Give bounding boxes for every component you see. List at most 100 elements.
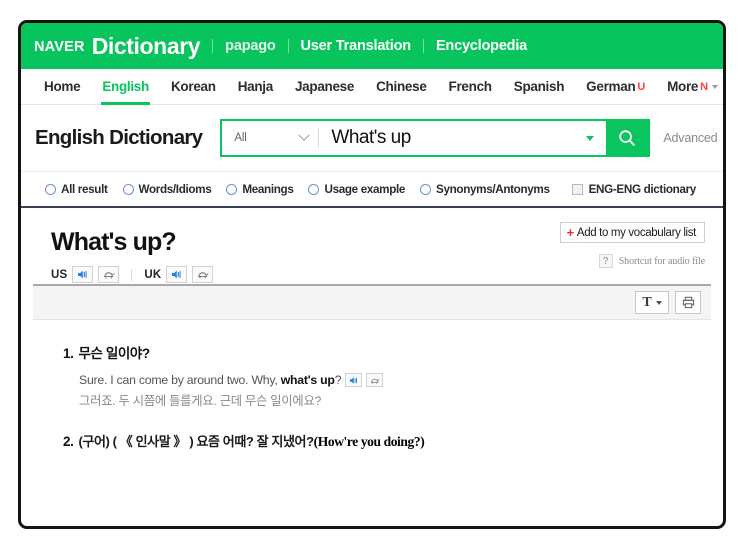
chevron-down-icon bbox=[298, 129, 311, 141]
speaker-icon bbox=[349, 376, 357, 384]
nav-item-japanese[interactable]: Japanese bbox=[284, 69, 365, 104]
text-size-button[interactable]: T bbox=[635, 291, 669, 314]
masthead-divider-1 bbox=[212, 39, 214, 53]
nav-label: More bbox=[667, 79, 699, 94]
masthead-divider-2 bbox=[287, 39, 289, 53]
play-audio-uk-button[interactable] bbox=[166, 266, 188, 283]
add-to-vocabulary-button[interactable]: + Add to my vocabulary list bbox=[559, 222, 705, 243]
turtle-slow-icon bbox=[197, 272, 209, 279]
nav-label: Japanese bbox=[294, 79, 355, 94]
definition-number: 1. bbox=[63, 346, 74, 361]
pronunciation-label-us: US bbox=[51, 268, 68, 281]
nav-item-more[interactable]: More N bbox=[656, 69, 723, 104]
example-block: Sure. I can come by around two. Why, wha… bbox=[79, 373, 705, 409]
definition-text: (구어) ( 《 인사말 》 ) 요즘 어때? 잘 지냈어? bbox=[78, 434, 314, 449]
chevron-down-icon bbox=[711, 84, 718, 89]
nav-label: Chinese bbox=[376, 79, 427, 94]
search-scope-value: All bbox=[234, 132, 247, 144]
nav-item-home[interactable]: Home bbox=[33, 69, 91, 104]
browser-content-frame: NAVER Dictionary papago User Translation… bbox=[18, 20, 726, 529]
example-text-before: Sure. I can come by around two. Why, bbox=[79, 373, 281, 387]
nav-label: English bbox=[102, 79, 149, 94]
chevron-down-icon[interactable] bbox=[586, 135, 595, 141]
speaker-icon bbox=[77, 270, 87, 279]
chevron-down-icon bbox=[655, 300, 662, 305]
turtle-slow-icon bbox=[103, 272, 115, 279]
print-button[interactable] bbox=[675, 291, 701, 314]
speaker-icon bbox=[171, 270, 181, 279]
audio-shortcut-label[interactable]: Shortcut for audio file bbox=[619, 256, 705, 267]
language-nav: Home English Korean Hanja Japanese Chine… bbox=[21, 69, 723, 105]
nav-label: Korean bbox=[170, 79, 216, 94]
filter-radio-all-result[interactable]: All result bbox=[45, 183, 108, 196]
advanced-search-link[interactable]: Advanced bbox=[663, 131, 717, 145]
audio-shortcut-row: ? Shortcut for audio file bbox=[598, 254, 705, 268]
example-english-text: Sure. I can come by around two. Why, wha… bbox=[79, 373, 342, 387]
search-scope-select[interactable]: All bbox=[222, 121, 318, 155]
example-text-highlight: what's up bbox=[280, 373, 335, 387]
site-masthead: NAVER Dictionary papago User Translation… bbox=[21, 23, 723, 69]
pronunciation-row: US UK bbox=[51, 266, 705, 283]
nav-label: Spanish bbox=[513, 79, 565, 94]
magnifier-icon bbox=[619, 130, 636, 146]
nav-item-english[interactable]: English bbox=[91, 69, 160, 105]
nav-label: French bbox=[448, 79, 493, 94]
pronunciation-divider bbox=[131, 268, 133, 281]
search-input[interactable]: What's up bbox=[319, 121, 606, 155]
radio-icon bbox=[420, 183, 432, 195]
nav-badge-new: N bbox=[700, 80, 708, 93]
nav-label: German bbox=[586, 79, 636, 94]
filter-label: Words/Idioms bbox=[138, 182, 212, 196]
printer-icon bbox=[682, 296, 694, 309]
play-example-audio-button[interactable] bbox=[345, 373, 363, 387]
nav-item-french[interactable]: French bbox=[438, 69, 503, 104]
masthead-link-user-translation[interactable]: User Translation bbox=[301, 38, 412, 54]
radio-icon bbox=[122, 183, 134, 195]
masthead-link-encyclopedia[interactable]: Encyclopedia bbox=[436, 38, 527, 54]
filter-radio-meanings[interactable]: Meanings bbox=[226, 182, 294, 196]
filter-label: Synonyms/Antonyms bbox=[436, 182, 550, 196]
nav-item-spanish[interactable]: Spanish bbox=[503, 69, 575, 104]
definition-item-1: 1. 무슨 일이야? Sure. I can come by around tw… bbox=[63, 342, 705, 409]
slow-audio-us-button[interactable] bbox=[98, 266, 120, 283]
nav-item-korean[interactable]: Korean bbox=[160, 69, 227, 104]
definition-list: 1. 무슨 일이야? Sure. I can come by around tw… bbox=[21, 320, 723, 450]
turtle-slow-icon bbox=[370, 378, 380, 384]
nav-badge-update: U bbox=[637, 80, 646, 93]
search-input-value: What's up bbox=[331, 127, 411, 148]
masthead-link-papago[interactable]: papago bbox=[225, 38, 276, 54]
filter-checkbox-eng-eng[interactable]: ENG-ENG dictionary bbox=[571, 182, 697, 196]
masthead-divider-3 bbox=[422, 39, 424, 53]
filter-label: Meanings bbox=[242, 182, 294, 196]
slow-example-audio-button[interactable] bbox=[366, 373, 384, 387]
play-audio-us-button[interactable] bbox=[72, 266, 94, 283]
filter-label: ENG-ENG dictionary bbox=[588, 182, 697, 196]
naver-logo[interactable]: NAVER bbox=[34, 37, 85, 55]
dictionary-logo[interactable]: Dictionary bbox=[92, 34, 201, 58]
example-english: Sure. I can come by around two. Why, wha… bbox=[79, 373, 705, 387]
filter-label: All result bbox=[61, 182, 108, 196]
slow-audio-uk-button[interactable] bbox=[192, 266, 214, 283]
definition-number: 2. bbox=[63, 434, 74, 449]
nav-item-chinese[interactable]: Chinese bbox=[365, 69, 437, 104]
search-filter-row: All result Words/Idioms Meanings Usage e… bbox=[21, 172, 723, 208]
search-button[interactable] bbox=[606, 121, 649, 155]
nav-label: Hanja bbox=[237, 79, 274, 94]
search-box: All What's up bbox=[220, 119, 651, 157]
filter-radio-words-idioms[interactable]: Words/Idioms bbox=[122, 182, 212, 196]
search-zone: English Dictionary All What's up Advance… bbox=[21, 105, 723, 172]
entry-toolbar: T bbox=[33, 284, 711, 320]
nav-label: Home bbox=[44, 79, 81, 94]
nav-item-german[interactable]: German U bbox=[575, 69, 656, 104]
checkbox-icon bbox=[571, 183, 583, 195]
entry-header: What's up? US UK + Add to my vocabulary … bbox=[21, 208, 723, 284]
help-icon[interactable]: ? bbox=[598, 254, 613, 268]
filter-radio-usage-example[interactable]: Usage example bbox=[308, 183, 405, 196]
definition-heading: 1. 무슨 일이야? bbox=[63, 342, 705, 362]
filter-radio-synonyms-antonyms[interactable]: Synonyms/Antonyms bbox=[420, 183, 550, 196]
nav-item-hanja[interactable]: Hanja bbox=[227, 69, 284, 104]
example-korean: 그러죠. 두 시쯤에 들를게요. 근데 무슨 일이에요? bbox=[79, 394, 322, 408]
filter-label: Usage example bbox=[324, 182, 406, 196]
page-title: English Dictionary bbox=[35, 126, 203, 149]
definition-item-2: 2. (구어) ( 《 인사말 》 ) 요즘 어때? 잘 지냈어? (How're… bbox=[63, 431, 705, 450]
